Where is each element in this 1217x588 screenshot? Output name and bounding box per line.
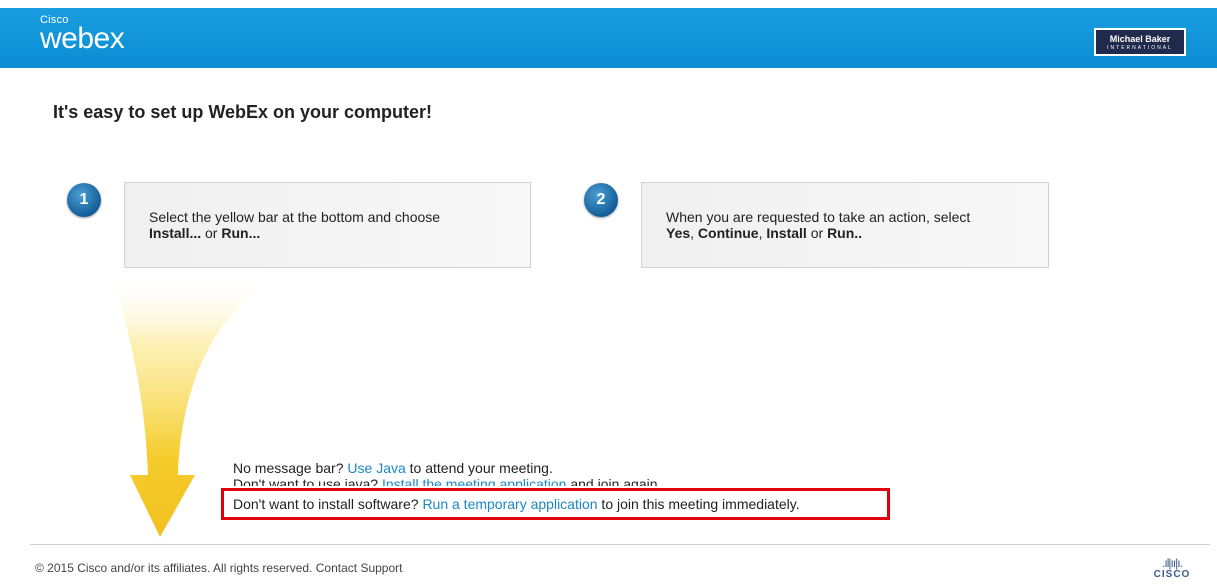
cisco-logo-bars: .ıl|ıı|ı. — [1162, 556, 1183, 570]
step-2-sep-a: , — [690, 225, 698, 241]
install-meeting-app-link[interactable]: Install the meeting application — [382, 476, 566, 486]
message-line-2: Don't want to use java? Install the meet… — [233, 476, 661, 486]
cisco-logo-word: CISCO — [1153, 569, 1191, 580]
page-title: It's easy to set up WebEx on your comput… — [53, 102, 433, 122]
step-2-text: When you are requested to take an action… — [666, 209, 970, 241]
step-1-box: Select the yellow bar at the bottom and … — [124, 182, 531, 268]
step-1-run: Run... — [221, 225, 261, 241]
step-1-badge: 1 — [67, 183, 101, 217]
message-2-pre: Don't want to use java? — [233, 476, 382, 486]
cisco-logo: .ıl|ıı|ı. CISCO — [1150, 557, 1194, 583]
message-1-post: to attend your meeting. — [405, 460, 553, 476]
brand-large: webex — [40, 22, 125, 55]
step-1-install: Install... — [149, 225, 202, 241]
use-java-link[interactable]: Use Java — [347, 460, 405, 476]
partner-logo: Michael Baker INTERNATIONAL — [1094, 28, 1186, 56]
step-1-text: Select the yellow bar at the bottom and … — [149, 209, 440, 241]
webex-logo: Cisco webex — [40, 14, 125, 55]
step-1-line1: Select the yellow bar at the bottom and … — [149, 209, 441, 225]
partner-name: Michael Baker — [1109, 34, 1171, 44]
step-2-or: or — [806, 225, 828, 241]
step-2-line1: When you are requested to take an action… — [666, 209, 971, 225]
contact-support-link[interactable]: Contact Support — [316, 561, 403, 575]
red-highlight-box — [221, 488, 890, 520]
step-2-continue: Continue — [697, 225, 759, 241]
partner-sub: INTERNATIONAL — [1107, 45, 1173, 51]
message-1-pre: No message bar? — [233, 460, 348, 476]
message-line-1: No message bar? Use Java to attend your … — [233, 460, 553, 476]
step-2-badge: 2 — [584, 183, 618, 217]
footer-divider — [30, 544, 1210, 545]
step-1-or: or — [201, 225, 222, 241]
copyright-text: © 2015 Cisco and/or its affiliates. All … — [35, 561, 313, 575]
message-2-post: and join again. — [566, 476, 662, 486]
step-2-install: Install — [766, 225, 807, 241]
step-2-run: Run.. — [827, 225, 863, 241]
step-2-yes: Yes — [666, 225, 691, 241]
header-bar: Cisco webex Michael Baker INTERNATIONAL — [0, 8, 1217, 68]
footer-copyright: © 2015 Cisco and/or its affiliates. All … — [35, 561, 402, 575]
step-2-box: When you are requested to take an action… — [641, 182, 1049, 268]
